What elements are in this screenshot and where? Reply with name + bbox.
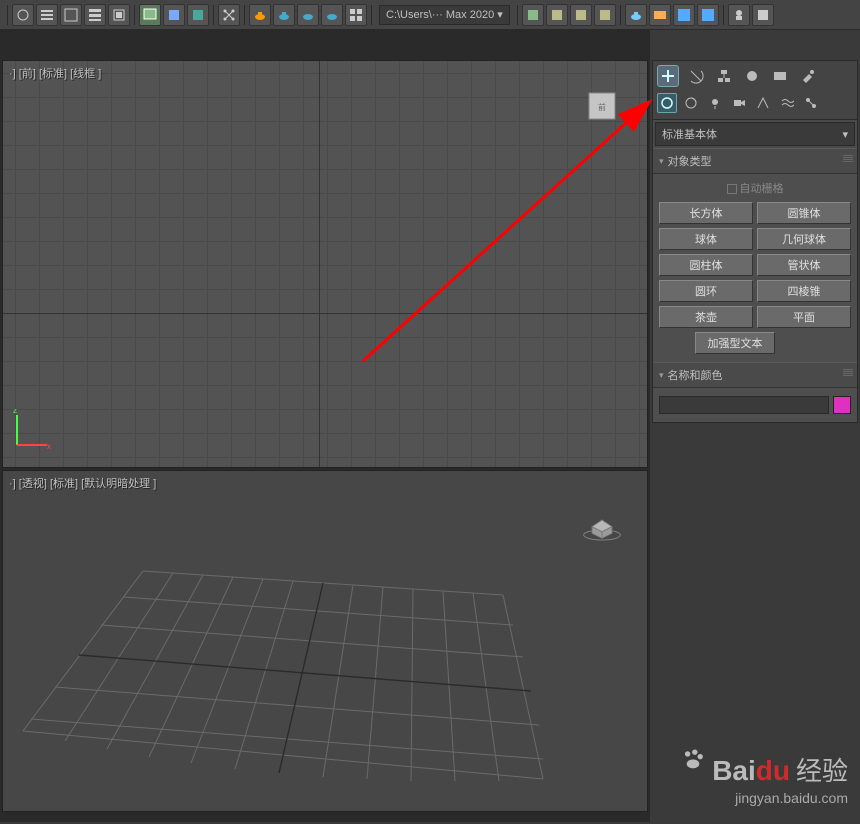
toolbar-icon[interactable] xyxy=(697,4,719,26)
perspective-grid xyxy=(3,471,643,811)
color-swatch[interactable] xyxy=(833,396,851,414)
toolbar-icon[interactable] xyxy=(218,4,240,26)
svg-text:前: 前 xyxy=(598,102,606,112)
toolbar-icon[interactable] xyxy=(728,4,750,26)
grid xyxy=(3,61,647,467)
tube-button[interactable]: 管状体 xyxy=(757,254,851,276)
dropdown-label: 标准基本体 xyxy=(662,126,717,142)
geosphere-button[interactable]: 几何球体 xyxy=(757,228,851,250)
viewcube[interactable]: 前 xyxy=(577,81,627,131)
torus-button[interactable]: 圆环 xyxy=(659,280,753,302)
teapot-button[interactable]: 茶壶 xyxy=(659,306,753,328)
primitive-dropdown[interactable]: 标准基本体 ▾ xyxy=(655,122,855,146)
cone-button[interactable]: 圆锥体 xyxy=(757,202,851,224)
toolbar-icon[interactable] xyxy=(570,4,592,26)
toolbar-icon[interactable] xyxy=(752,4,774,26)
object-name-input[interactable] xyxy=(659,396,829,414)
toolbar-icon[interactable] xyxy=(84,4,106,26)
toolbar-icon[interactable] xyxy=(187,4,209,26)
teapot-icon[interactable] xyxy=(297,4,319,26)
toolbar-icon[interactable] xyxy=(139,4,161,26)
svg-text:z: z xyxy=(13,409,17,415)
section-object-type[interactable]: 对象类型 xyxy=(653,148,857,174)
toolbar-icon[interactable] xyxy=(108,4,130,26)
box-button[interactable]: 长方体 xyxy=(659,202,753,224)
toolbar-icon[interactable] xyxy=(673,4,695,26)
object-type-body: 自动栅格 长方体 圆锥体 球体 几何球体 圆柱体 管状体 圆环 四棱锥 茶壶 平… xyxy=(653,174,857,362)
sphere-button[interactable]: 球体 xyxy=(659,228,753,250)
geometry-icon[interactable] xyxy=(657,93,677,113)
systems-icon[interactable] xyxy=(801,93,821,113)
toolbar-icon[interactable] xyxy=(546,4,568,26)
motion-tab[interactable] xyxy=(741,65,763,87)
axis-gizmo[interactable]: z x xyxy=(13,409,53,449)
toolbar-icon[interactable] xyxy=(594,4,616,26)
section-name-color[interactable]: 名称和颜色 xyxy=(653,362,857,388)
helpers-icon[interactable] xyxy=(753,93,773,113)
name-color-body xyxy=(653,388,857,422)
axis-vertical xyxy=(319,61,320,467)
lights-icon[interactable] xyxy=(705,93,725,113)
toolbar-icon[interactable] xyxy=(522,4,544,26)
viewport-label[interactable]: ·] [前] [标准] [线框 ] xyxy=(9,65,101,81)
teapot-icon[interactable] xyxy=(321,4,343,26)
svg-text:x: x xyxy=(47,442,51,449)
hierarchy-tab[interactable] xyxy=(713,65,735,87)
pyramid-button[interactable]: 四棱锥 xyxy=(757,280,851,302)
viewport-perspective[interactable]: ·] [透视] [标准] [默认明暗处理 ] xyxy=(2,470,648,812)
viewport-label[interactable]: ·] [透视] [标准] [默认明暗处理 ] xyxy=(9,475,156,491)
drag-handle-icon xyxy=(843,369,853,377)
plane-button[interactable]: 平面 xyxy=(757,306,851,328)
cylinder-button[interactable]: 圆柱体 xyxy=(659,254,753,276)
create-tab[interactable] xyxy=(657,65,679,87)
shapes-icon[interactable] xyxy=(681,93,701,113)
toolbar-icon[interactable] xyxy=(649,4,671,26)
display-tab[interactable] xyxy=(769,65,791,87)
teapot-icon[interactable] xyxy=(249,4,271,26)
viewport-front[interactable]: ·] [前] [标准] [线框 ] 前 z x xyxy=(2,60,648,468)
toolbar-icon[interactable] xyxy=(60,4,82,26)
toolbar-icon[interactable] xyxy=(163,4,185,26)
toolbar-icon[interactable] xyxy=(345,4,367,26)
textplus-button[interactable]: 加强型文本 xyxy=(695,332,775,354)
watermark: Baidu 经验 jingyan.baidu.com xyxy=(680,751,848,806)
teapot-render-icon[interactable] xyxy=(625,4,647,26)
cameras-icon[interactable] xyxy=(729,93,749,113)
paw-icon xyxy=(681,748,704,778)
modify-tab[interactable] xyxy=(685,65,707,87)
command-panel: 标准基本体 ▾ 对象类型 自动栅格 长方体 圆锥体 球体 几何球体 圆柱体 管状… xyxy=(652,60,858,423)
viewport-area: ·] [前] [标准] [线框 ] 前 z x ·] [透视] [标准] [默认… xyxy=(0,30,650,822)
teapot-icon[interactable] xyxy=(273,4,295,26)
create-category-row xyxy=(653,91,857,120)
command-panel-tabs xyxy=(653,61,857,91)
chevron-down-icon: ▾ xyxy=(842,128,848,141)
axis-horizontal xyxy=(3,313,647,314)
spacewarps-icon[interactable] xyxy=(777,93,797,113)
toolbar-icon[interactable] xyxy=(12,4,34,26)
workspace-path[interactable]: C:\Users\··· Max 2020 ▾ xyxy=(379,5,510,25)
auto-grid-checkbox[interactable]: 自动栅格 xyxy=(659,178,851,202)
drag-handle-icon xyxy=(843,155,853,163)
toolbar-icon[interactable] xyxy=(36,4,58,26)
main-toolbar: C:\Users\··· Max 2020 ▾ xyxy=(0,0,860,30)
utilities-tab[interactable] xyxy=(797,65,819,87)
